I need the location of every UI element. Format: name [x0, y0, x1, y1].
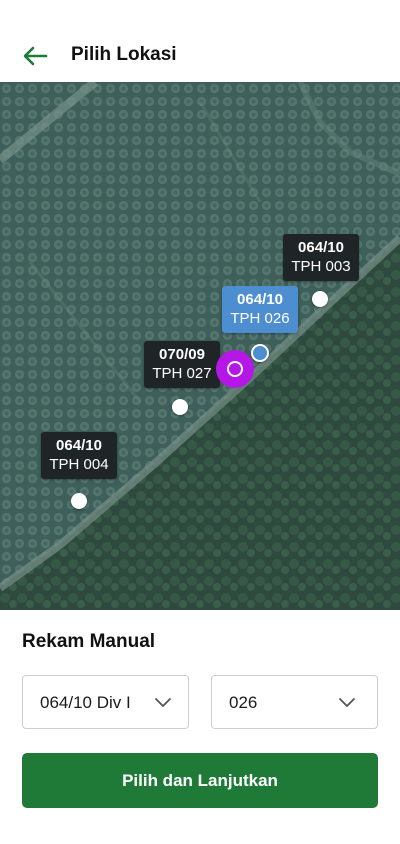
- block-select-value: 064/10 Div I: [40, 693, 131, 712]
- marker-name: TPH 027: [152, 365, 212, 382]
- map-view[interactable]: 064/10 TPH 003 064/10 TPH 026 070/09 TPH…: [0, 82, 400, 610]
- marker-code: 064/10: [56, 437, 102, 454]
- marker-name: TPH 004: [49, 456, 109, 473]
- block-select[interactable]: 064/10 Div I: [22, 675, 189, 729]
- tph-pin-027[interactable]: [172, 399, 188, 415]
- location-ring: [227, 361, 243, 377]
- select-continue-button[interactable]: Pilih dan Lanjutkan: [22, 753, 378, 808]
- marker-code: 070/09: [159, 346, 205, 363]
- app-header: Pilih Lokasi: [0, 0, 400, 82]
- marker-label-tph-027[interactable]: 070/09 TPH 027: [144, 341, 220, 388]
- chevron-down-icon: [339, 698, 355, 707]
- page-title: Pilih Lokasi: [71, 44, 177, 65]
- back-arrow-icon[interactable]: [20, 42, 50, 70]
- marker-code: 064/10: [237, 291, 283, 308]
- tph-pin-026-selected[interactable]: [251, 344, 269, 362]
- marker-code: 064/10: [298, 239, 344, 256]
- marker-name: TPH 026: [230, 310, 290, 327]
- manual-section-title: Rekam Manual: [22, 631, 156, 652]
- tph-pin-004[interactable]: [71, 493, 87, 509]
- chevron-down-icon: [155, 698, 171, 707]
- tph-pin-003[interactable]: [312, 291, 328, 307]
- marker-name: TPH 003: [291, 258, 351, 275]
- marker-label-tph-026[interactable]: 064/10 TPH 026: [222, 286, 298, 333]
- current-location-icon: [216, 350, 254, 388]
- tph-select[interactable]: 026: [211, 675, 378, 729]
- marker-label-tph-004[interactable]: 064/10 TPH 004: [41, 432, 117, 479]
- marker-label-tph-003[interactable]: 064/10 TPH 003: [283, 234, 359, 281]
- tph-select-value: 026: [229, 693, 258, 712]
